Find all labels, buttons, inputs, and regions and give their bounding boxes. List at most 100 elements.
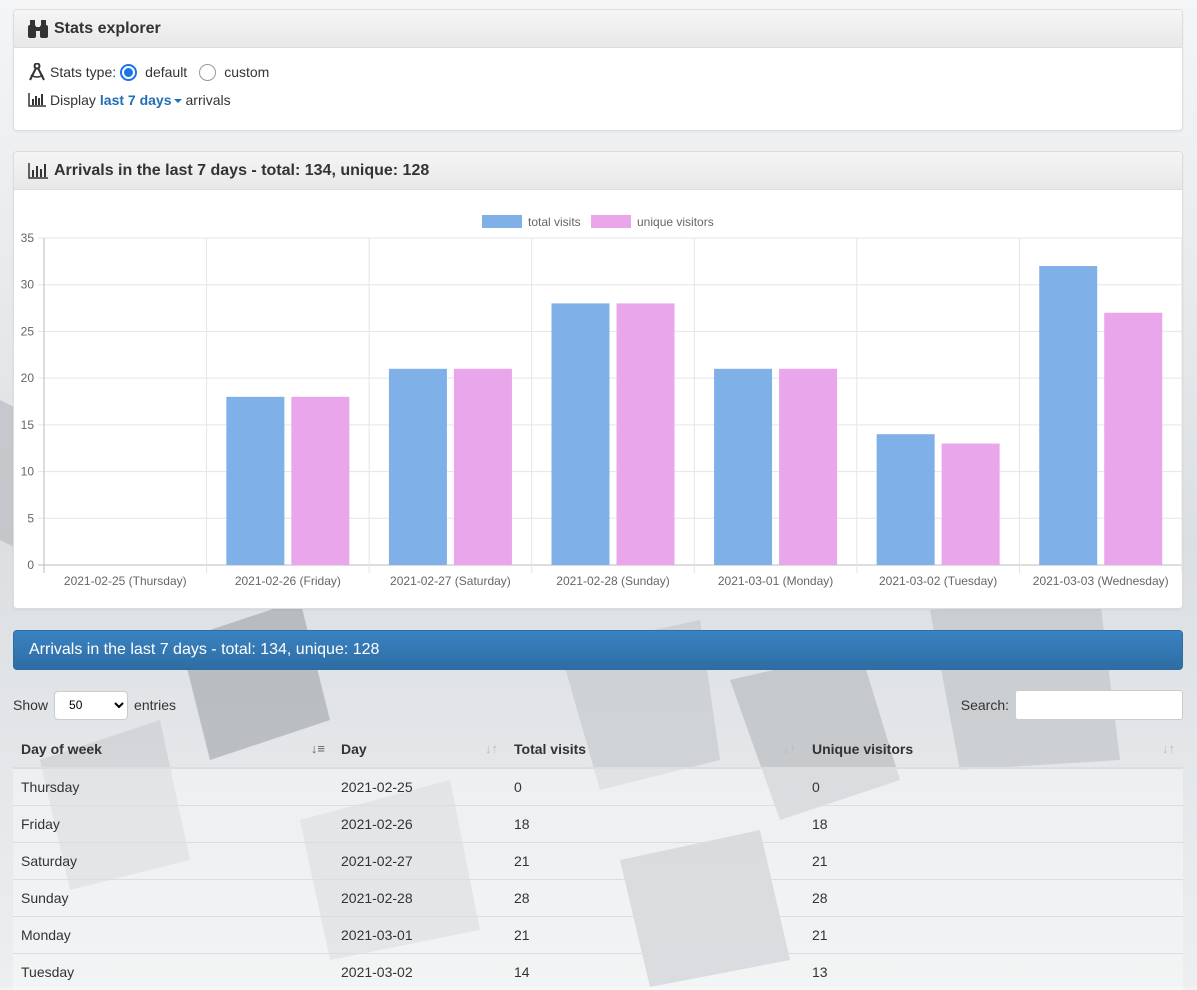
compass-icon <box>29 63 45 81</box>
range-dropdown-label[interactable]: last 7 days <box>100 92 172 108</box>
table-section-title: Arrivals in the last 7 days - total: 134… <box>13 630 1183 670</box>
cell-unique-visitors: 21 <box>804 915 1183 953</box>
col-total-visits-label[interactable]: Total visits <box>514 741 586 757</box>
cell-day-of-week: Saturday <box>13 841 333 879</box>
sort-desc-icon[interactable]: ↓≡ <box>311 741 325 756</box>
legend-label: total visits <box>528 215 581 229</box>
col-unique-visitors-label[interactable]: Unique visitors <box>812 741 913 757</box>
caret-down-icon[interactable] <box>173 99 182 104</box>
cell-unique-visitors: 13 <box>804 952 1183 990</box>
table-row: Monday 2021-03-01 21 21 <box>13 915 1183 953</box>
bar-unique-visitors <box>779 368 838 565</box>
cell-day: 2021-03-01 <box>333 915 506 953</box>
sort-icon[interactable]: ↓↑ <box>783 741 796 756</box>
cell-day: 2021-02-25 <box>333 767 506 805</box>
cell-day: 2021-02-26 <box>333 804 506 842</box>
table-row: Tuesday 2021-03-02 14 13 <box>13 952 1183 990</box>
chart-panel: Arrivals in the last 7 days - total: 134… <box>13 151 1183 609</box>
range-dropdown[interactable]: last 7 days <box>100 92 182 108</box>
col-total-visits[interactable]: Total visits ↓↑ <box>506 730 804 769</box>
table-row: Friday 2021-02-26 18 18 <box>13 804 1183 842</box>
cell-unique-visitors: 0 <box>804 767 1183 805</box>
bar-total-visits <box>714 368 773 565</box>
cell-unique-visitors: 18 <box>804 804 1183 842</box>
bar-total-visits <box>551 303 610 565</box>
page-size-select[interactable]: 50 <box>54 690 129 720</box>
cell-total-visits: 21 <box>506 915 804 953</box>
bar-total-visits <box>226 396 285 565</box>
cell-day-of-week: Friday <box>13 804 333 842</box>
show-label: Show <box>13 697 49 713</box>
bar-total-visits <box>388 368 447 565</box>
sort-icon[interactable]: ↓↑ <box>485 741 498 756</box>
col-day-of-week-label[interactable]: Day of week <box>21 741 102 757</box>
bar-chart-icon <box>28 162 48 179</box>
sort-icon[interactable]: ↓↑ <box>1162 741 1175 756</box>
display-suffix: arrivals <box>185 92 231 108</box>
x-tick-label: 2021-03-03 (Wednesday) <box>1033 574 1169 588</box>
cell-day: 2021-03-02 <box>333 952 506 990</box>
legend-swatch <box>591 215 631 228</box>
stats-explorer-heading: Stats explorer <box>14 10 1182 48</box>
binoculars-icon <box>28 19 48 38</box>
table-row: Sunday 2021-02-28 28 28 <box>13 878 1183 916</box>
bar-chart-icon <box>28 93 46 107</box>
cell-total-visits: 28 <box>506 878 804 916</box>
bar-total-visits <box>1039 266 1098 565</box>
x-tick-label: 2021-02-27 (Saturday) <box>390 574 511 588</box>
stats-type-row: Stats type: default custom <box>28 58 1168 86</box>
col-day-of-week[interactable]: Day of week ↓≡ <box>13 730 333 769</box>
chart-panel-heading: Arrivals in the last 7 days - total: 134… <box>14 152 1182 190</box>
radio-custom[interactable] <box>199 63 217 81</box>
stats-explorer-panel: Stats explorer Stats type: default custo… <box>13 9 1183 131</box>
col-day[interactable]: Day ↓↑ <box>333 730 506 769</box>
legend-swatch <box>482 215 522 228</box>
x-tick-label: 2021-02-25 (Thursday) <box>64 574 187 588</box>
bar-unique-visitors <box>453 368 512 565</box>
cell-day-of-week: Tuesday <box>13 952 333 990</box>
y-tick-label: 35 <box>21 231 35 245</box>
cell-day-of-week: Sunday <box>13 878 333 916</box>
y-tick-label: 25 <box>21 324 35 338</box>
col-day-label[interactable]: Day <box>341 741 367 757</box>
table-controls: Show 50 entries Search: <box>13 690 1183 720</box>
cell-day-of-week: Monday <box>13 915 333 953</box>
cell-total-visits: 18 <box>506 804 804 842</box>
cell-day: 2021-02-28 <box>333 878 506 916</box>
arrivals-chart: 0 5 10 15 20 25 30 35 2021-02-25 (Thursday) 2021-… <box>21 215 1182 588</box>
bar-unique-visitors <box>941 443 1000 565</box>
display-range-row: Display last 7 days arrivals <box>28 86 1168 114</box>
col-unique-visitors[interactable]: Unique visitors ↓↑ <box>804 730 1183 769</box>
x-tick-label: 2021-03-02 (Tuesday) <box>879 574 997 588</box>
arrivals-table: Day of week ↓≡ Day ↓↑ Total visits ↓↑ Uniqu… <box>13 730 1183 990</box>
cell-total-visits: 21 <box>506 841 804 879</box>
y-tick-label: 10 <box>21 465 35 479</box>
table-row: Thursday 2021-02-25 0 0 <box>13 767 1183 805</box>
y-tick-label: 5 <box>27 511 34 525</box>
y-tick-label: 30 <box>21 278 35 292</box>
search-label: Search: <box>960 697 1009 713</box>
x-tick-label: 2021-02-28 (Sunday) <box>556 574 669 588</box>
cell-total-visits: 0 <box>506 767 804 805</box>
y-tick-label: 15 <box>21 418 35 432</box>
display-prefix: Display <box>50 92 96 108</box>
table-row: Saturday 2021-02-27 21 21 <box>13 841 1183 879</box>
bar-unique-visitors <box>1104 312 1163 565</box>
radio-default-label[interactable]: default <box>145 64 187 80</box>
bar-total-visits <box>876 434 935 565</box>
cell-total-visits: 14 <box>506 952 804 990</box>
chart-panel-title: Arrivals in the last 7 days - total: 134… <box>54 161 430 179</box>
cell-day-of-week: Thursday <box>13 767 333 805</box>
search-input[interactable] <box>1015 690 1183 720</box>
bar-unique-visitors <box>616 303 675 565</box>
stats-type-label: Stats type: <box>50 64 117 80</box>
entries-label: entries <box>134 697 177 713</box>
x-tick-label: 2021-02-26 (Friday) <box>235 574 341 588</box>
cell-unique-visitors: 28 <box>804 878 1183 916</box>
radio-default[interactable] <box>120 63 138 81</box>
bar-unique-visitors <box>291 396 350 565</box>
y-tick-label: 0 <box>27 558 34 572</box>
radio-custom-label[interactable]: custom <box>224 64 269 80</box>
x-tick-label: 2021-03-01 (Monday) <box>718 574 833 588</box>
y-tick-label: 20 <box>21 371 35 385</box>
